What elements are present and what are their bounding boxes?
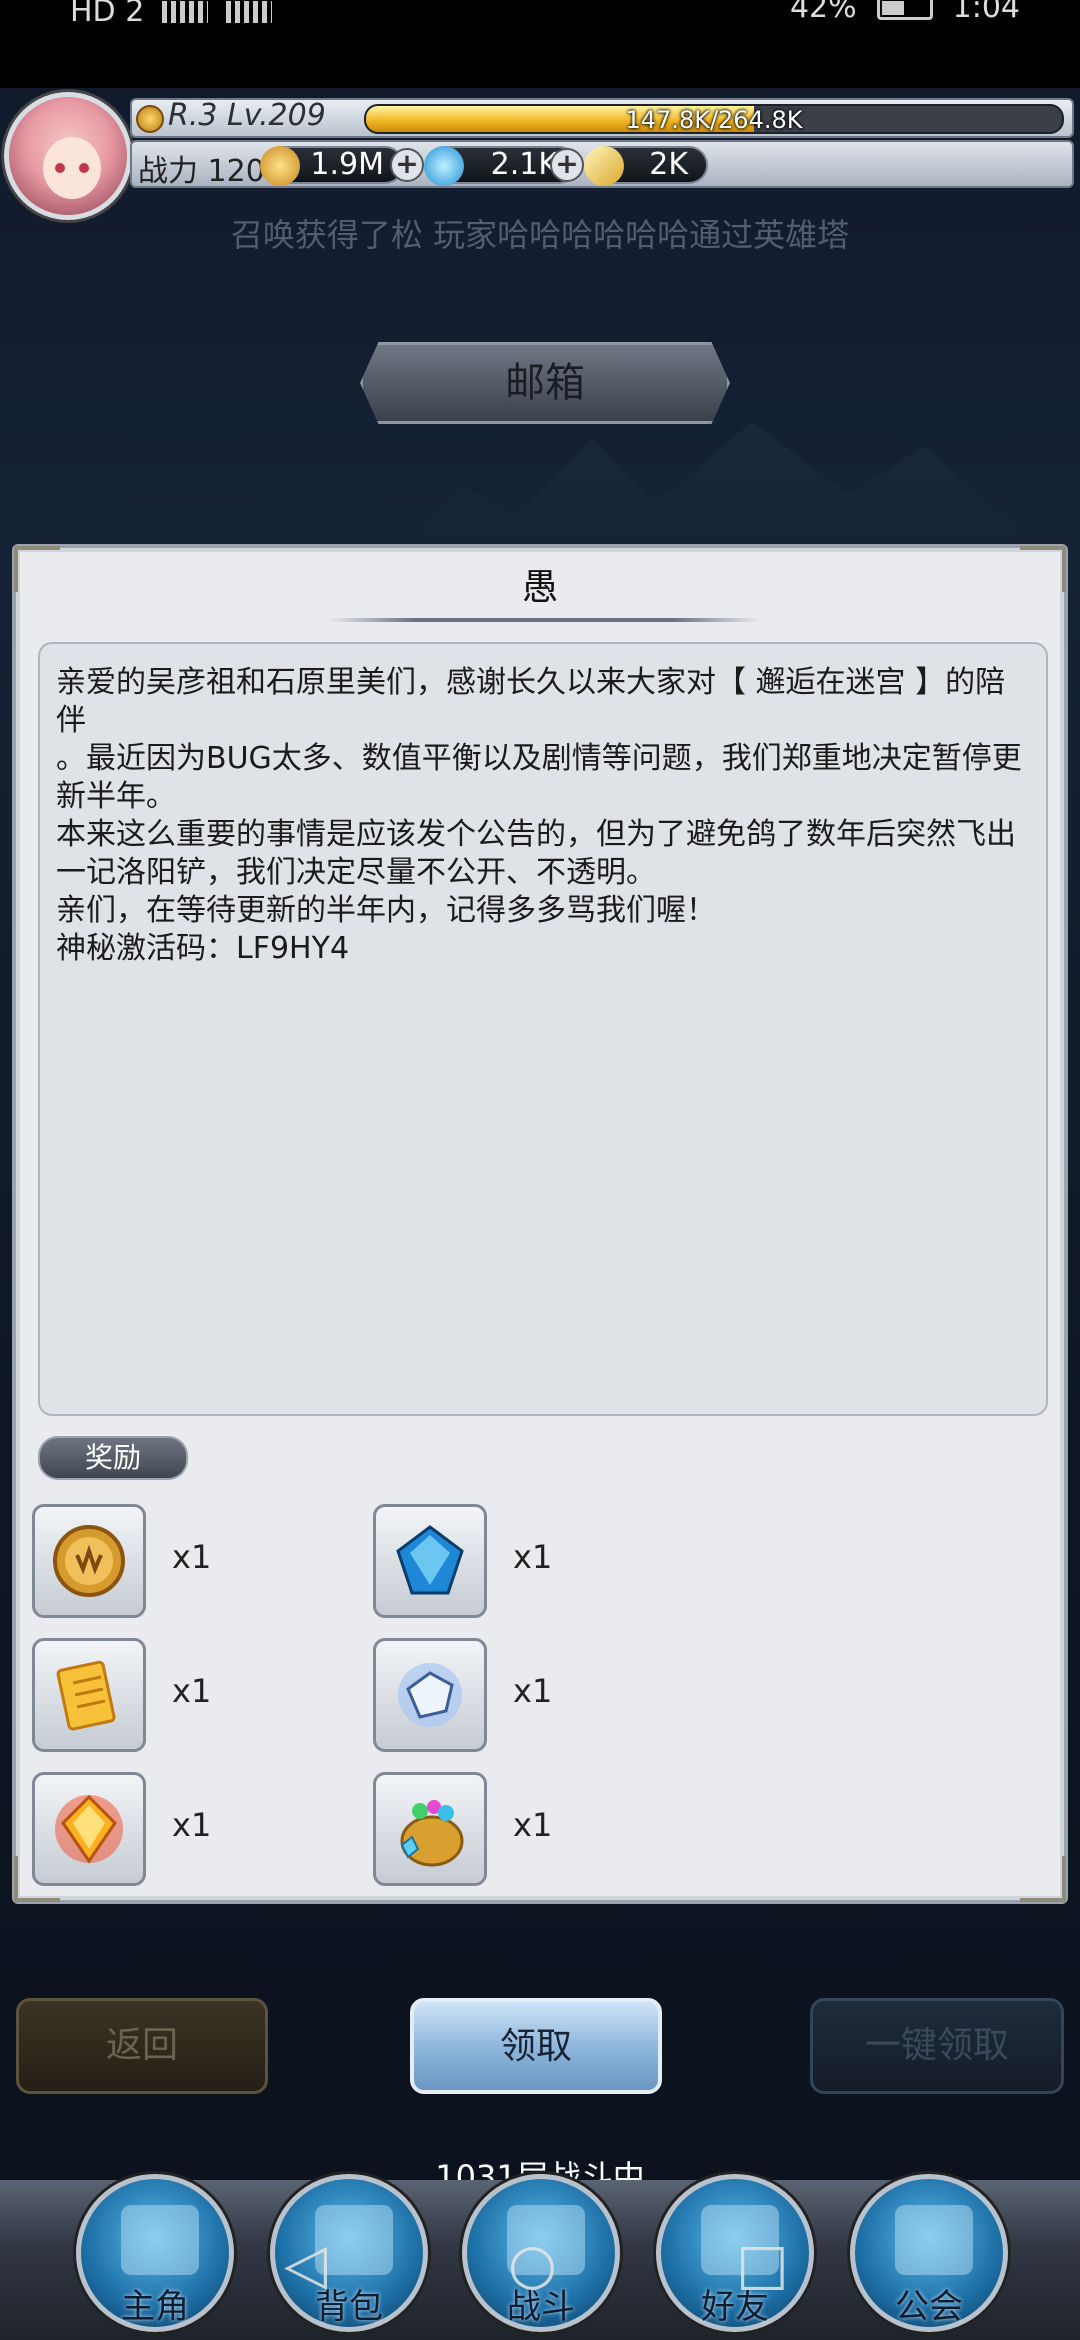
- nav-hero[interactable]: 主角: [76, 2174, 234, 2332]
- nav-guild[interactable]: 公会: [850, 2174, 1008, 2332]
- announcement-ticker: 召唤获得了松 玩家哈哈哈哈哈哈通过英雄塔: [230, 216, 850, 254]
- back-button[interactable]: 返回: [16, 1998, 268, 2094]
- reward-qty: x1: [513, 1538, 553, 1576]
- system-back-icon[interactable]: ◁: [284, 2232, 327, 2297]
- battery-percent: 42%: [789, 0, 857, 25]
- player-avatar[interactable]: [4, 92, 132, 220]
- system-home-icon[interactable]: ○: [508, 2232, 557, 2297]
- claim-all-button[interactable]: 一键领取: [810, 1998, 1064, 2094]
- system-recents-icon[interactable]: □: [736, 2232, 789, 2297]
- reward-item[interactable]: x1: [32, 1772, 432, 1886]
- gold-coin-icon: [53, 1525, 125, 1597]
- add-gold-button[interactable]: +: [390, 148, 424, 182]
- diamond-icon: [424, 146, 464, 186]
- blue-diamond-icon: [396, 1525, 464, 1595]
- gold-counter: 1.9M: [260, 146, 404, 186]
- reward-qty: x1: [172, 1672, 212, 1710]
- scroll-icon: [56, 1660, 116, 1731]
- mail-subject: 愚: [521, 567, 558, 608]
- nav-label: 公会: [895, 2287, 963, 2327]
- rank-level: R.3 Lv.209: [168, 98, 326, 133]
- status-bar: HD 2 42% 1:04: [0, 0, 1080, 88]
- orange-gem-icon: [55, 1794, 123, 1864]
- helmet-icon: [121, 2205, 199, 2275]
- exp-text: 147.8K/264.8K: [625, 106, 803, 134]
- reward-qty: x1: [172, 1806, 212, 1844]
- rewards-label: 奖励: [38, 1436, 188, 1480]
- battery-icon: [876, 0, 933, 20]
- crystal-counter: 2K: [584, 146, 708, 186]
- mailbox-title-text: 邮箱: [505, 360, 585, 406]
- crystal-amount: 2K: [649, 147, 688, 182]
- reward-qty: x1: [172, 1538, 212, 1576]
- reward-qty: x1: [513, 1672, 553, 1710]
- title-divider: [328, 618, 760, 622]
- diamond-amount: 2.1K: [490, 147, 558, 182]
- signal-icon: [162, 0, 209, 23]
- gold-amount: 1.9M: [310, 147, 384, 182]
- resource-bar: 战力 1204892 1.9M + 2.1K + 2K: [130, 140, 1074, 189]
- signal-icon-2: [226, 0, 273, 23]
- reward-qty: x1: [513, 1806, 553, 1844]
- reward-item[interactable]: x1: [373, 1772, 773, 1886]
- guild-emblem-icon: [895, 2205, 973, 2275]
- exp-bar: 147.8K/264.8K: [364, 104, 1064, 134]
- reward-item[interactable]: x1: [373, 1638, 773, 1752]
- mailbox-title: 邮箱: [360, 342, 730, 424]
- mail-panel: 愚 亲爱的吴彦祖和石原里美们，感谢长久以来大家对【 邂逅在迷宫 】的陪伴 。最近…: [12, 544, 1068, 1904]
- ice-crystal-icon: [398, 1663, 462, 1727]
- gem-bag-icon: [400, 1800, 464, 1867]
- reward-item[interactable]: x1: [373, 1504, 773, 1618]
- panel-corner-ornament: [1020, 1856, 1066, 1902]
- add-diamond-button[interactable]: +: [550, 148, 584, 182]
- clock: 1:04: [952, 0, 1020, 25]
- mail-body: 亲爱的吴彦祖和石原里美们，感谢长久以来大家对【 邂逅在迷宫 】的陪伴 。最近因为…: [56, 665, 1022, 966]
- reward-item[interactable]: x1: [32, 1638, 432, 1752]
- gold-crystal-icon: [584, 146, 624, 186]
- claim-button[interactable]: 领取: [410, 1998, 662, 2094]
- mail-body-box[interactable]: 亲爱的吴彦祖和石原里美们，感谢长久以来大家对【 邂逅在迷宫 】的陪伴 。最近因为…: [38, 642, 1048, 1416]
- reward-item[interactable]: x1: [32, 1504, 432, 1618]
- rank-icon: [136, 105, 164, 133]
- hd-indicator: HD 2: [70, 0, 145, 29]
- level-bar: R.3 Lv.209 147.8K/264.8K: [130, 98, 1074, 138]
- nav-label: 主角: [121, 2287, 189, 2327]
- avatar-face: [43, 137, 101, 199]
- gold-coin-icon: [260, 146, 300, 186]
- nav-friends[interactable]: 好友: [656, 2174, 814, 2332]
